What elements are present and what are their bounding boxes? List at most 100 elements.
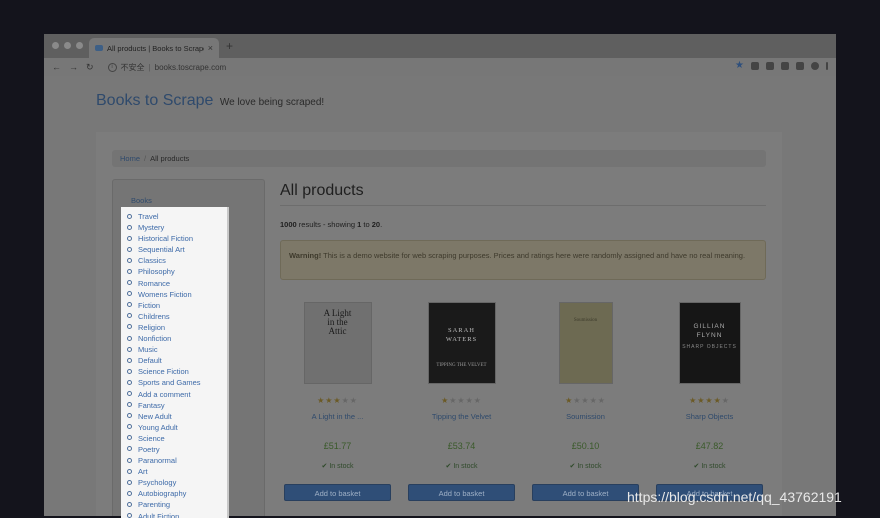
category-label[interactable]: Add a comment (138, 390, 191, 399)
category-label[interactable]: Science Fiction (138, 367, 189, 376)
category-link[interactable]: Young Adult (121, 422, 227, 433)
product-title-link[interactable]: Tipping the Velvet (404, 412, 519, 421)
breadcrumb-home-link[interactable]: Home (120, 154, 140, 163)
cover-text: WATERS (445, 336, 478, 343)
category-label[interactable]: Historical Fiction (138, 234, 193, 243)
category-label[interactable]: Paranormal (138, 456, 177, 465)
reader-icon[interactable] (796, 62, 804, 70)
category-label[interactable]: Parenting (138, 500, 170, 509)
bullet-icon (127, 435, 132, 441)
category-label[interactable]: Science (138, 434, 165, 443)
maximize-window-button[interactable] (76, 42, 83, 49)
category-label[interactable]: Autobiography (138, 489, 186, 498)
book-cover-image[interactable]: GILLIAN FLYNN SHARP OBJECTS (678, 302, 741, 384)
category-label[interactable]: Default (138, 356, 162, 365)
category-label[interactable]: Fantasy (138, 401, 165, 410)
product-title-link[interactable]: A Light in the ... (280, 412, 395, 421)
category-link[interactable]: Classics (121, 255, 227, 266)
category-link[interactable]: Nonfiction (121, 333, 227, 344)
minimize-window-button[interactable] (64, 42, 71, 49)
profile-avatar-icon[interactable] (811, 62, 819, 70)
url-text[interactable]: books.toscrape.com (155, 63, 227, 72)
translate-icon[interactable] (781, 62, 789, 70)
category-label[interactable]: Mystery (138, 223, 164, 232)
category-link[interactable]: Autobiography (121, 488, 227, 499)
category-label[interactable]: Religion (138, 323, 165, 332)
availability-text: In stock (577, 463, 602, 470)
category-link[interactable]: Science (121, 433, 227, 444)
category-link[interactable]: Romance (121, 278, 227, 289)
category-link[interactable]: Fiction (121, 300, 227, 311)
shield-icon[interactable] (766, 62, 774, 70)
category-link[interactable]: Parenting (121, 499, 227, 510)
brand-link[interactable]: Books to Scrape (96, 92, 213, 109)
book-cover-image[interactable]: A Light in the Attic (303, 302, 372, 384)
category-link[interactable]: New Adult (121, 411, 227, 422)
category-link[interactable]: Sequential Art (121, 244, 227, 255)
category-link[interactable]: Art (121, 466, 227, 477)
category-link[interactable]: Science Fiction (121, 366, 227, 377)
cover-text: A Light (323, 308, 352, 318)
product-title-link[interactable]: Soumission (528, 412, 643, 421)
back-icon[interactable]: ← (52, 62, 61, 73)
category-label[interactable]: Psychology (138, 478, 176, 487)
category-link[interactable]: Sports and Games (121, 377, 227, 388)
category-link[interactable]: Music (121, 344, 227, 355)
bullet-icon (127, 335, 132, 341)
category-label[interactable]: Classics (138, 256, 166, 265)
category-label[interactable]: Philosophy (138, 267, 175, 276)
category-label[interactable]: Childrens (138, 312, 170, 321)
title-bar: All products | Books to Scrape × + (44, 34, 836, 58)
category-label[interactable]: Music (138, 345, 158, 354)
category-link[interactable]: Historical Fiction (121, 233, 227, 244)
tagline: We love being scraped! (219, 97, 325, 108)
category-label[interactable]: Travel (138, 212, 159, 221)
category-link[interactable]: Poetry (121, 444, 227, 455)
add-to-basket-button[interactable]: Add to basket (408, 484, 515, 501)
category-label[interactable]: Art (138, 467, 148, 476)
category-label[interactable]: Fiction (138, 301, 160, 310)
category-link[interactable]: Philosophy (121, 266, 227, 277)
category-label[interactable]: Romance (138, 279, 170, 288)
category-link[interactable]: Childrens (121, 311, 227, 322)
category-label[interactable]: Adult Fiction (138, 512, 179, 518)
bullet-icon (127, 313, 132, 319)
address-bar: ← → ↻ i 不安全 | books.toscrape.com ★ (44, 58, 836, 76)
category-link[interactable]: Mystery (121, 222, 227, 233)
category-label[interactable]: New Adult (138, 412, 172, 421)
product-title-link[interactable]: Sharp Objects (652, 412, 767, 421)
category-link[interactable]: Womens Fiction (121, 289, 227, 300)
product-card: GILLIAN FLYNN SHARP OBJECTS ★★★★★ Sharp … (652, 302, 767, 501)
add-to-basket-button[interactable]: Add to basket (284, 484, 391, 501)
results-to-word: to (361, 220, 372, 229)
add-to-basket-button[interactable]: Add to basket (532, 484, 639, 501)
category-label[interactable]: Womens Fiction (138, 290, 192, 299)
new-tab-button[interactable]: + (226, 39, 233, 53)
info-icon[interactable]: i (107, 62, 117, 72)
forward-icon[interactable]: → (69, 62, 78, 73)
category-link[interactable]: Paranormal (121, 455, 227, 466)
sidebar-books-link[interactable]: Books (131, 196, 152, 205)
category-link[interactable]: Travel (121, 211, 227, 222)
category-link[interactable]: Psychology (121, 477, 227, 488)
category-link[interactable]: Adult Fiction (121, 511, 227, 518)
pocket-icon[interactable] (751, 62, 759, 70)
category-label[interactable]: Nonfiction (138, 334, 171, 343)
close-window-button[interactable] (52, 42, 59, 49)
reload-icon[interactable]: ↻ (86, 62, 94, 73)
browser-tab[interactable]: All products | Books to Scrape × (89, 38, 219, 58)
book-cover-image[interactable]: SARAH WATERS TIPPING THE VELVET (427, 302, 496, 384)
category-label[interactable]: Poetry (138, 445, 160, 454)
menu-icon[interactable] (826, 62, 828, 70)
bookmark-star-icon[interactable]: ★ (735, 61, 744, 71)
category-link[interactable]: Add a comment (121, 389, 227, 400)
tab-close-icon[interactable]: × (208, 43, 213, 53)
category-link[interactable]: Default (121, 355, 227, 366)
category-link[interactable]: Religion (121, 322, 227, 333)
book-cover-image[interactable]: Soumission (558, 302, 613, 384)
category-label[interactable]: Sequential Art (138, 245, 185, 254)
url-field[interactable]: i 不安全 | books.toscrape.com (107, 62, 227, 73)
category-link[interactable]: Fantasy (121, 400, 227, 411)
category-label[interactable]: Young Adult (138, 423, 178, 432)
category-label[interactable]: Sports and Games (138, 378, 201, 387)
